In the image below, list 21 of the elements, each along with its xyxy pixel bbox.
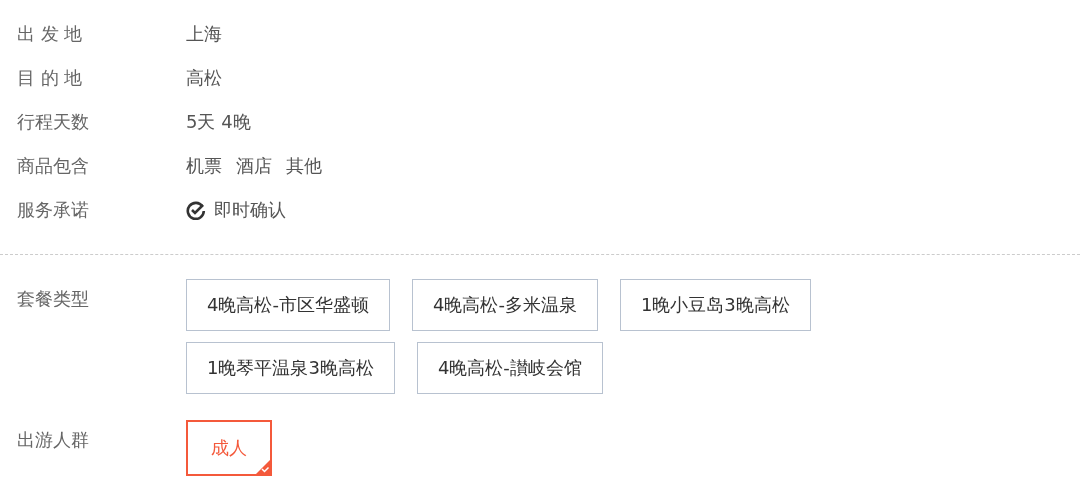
option-button[interactable]: 1晚小豆岛3晚高松: [619, 279, 811, 331]
checkmark-icon: [256, 460, 270, 474]
option-button[interactable]: 4晚高松-多米温泉: [411, 279, 598, 331]
field-value: 5天 4晚: [186, 110, 251, 134]
check-circle-icon: [186, 200, 206, 220]
field-label: 商品包含: [17, 154, 90, 178]
field-value: 即时确认: [214, 198, 286, 222]
field-value: 机票: [186, 154, 222, 178]
field-label: 目 的 地: [17, 66, 84, 90]
option-label: 出游人群: [17, 428, 90, 452]
option-button[interactable]: 4晚高松-市区华盛顿: [186, 279, 390, 331]
field-value: 高松: [186, 66, 222, 90]
field-value: 其他: [286, 154, 322, 178]
field-label: 服务承诺: [17, 198, 90, 222]
field-value: 上海: [186, 22, 222, 46]
option-button[interactable]: 4晚高松-讃岐会馆: [416, 342, 603, 394]
field-label: 行程天数: [17, 110, 90, 134]
field-label: 出 发 地: [17, 22, 84, 46]
option-button[interactable]: 1晚琴平温泉3晚高松: [186, 342, 395, 394]
option-label: 套餐类型: [17, 287, 90, 311]
field-value: 酒店: [236, 154, 272, 178]
